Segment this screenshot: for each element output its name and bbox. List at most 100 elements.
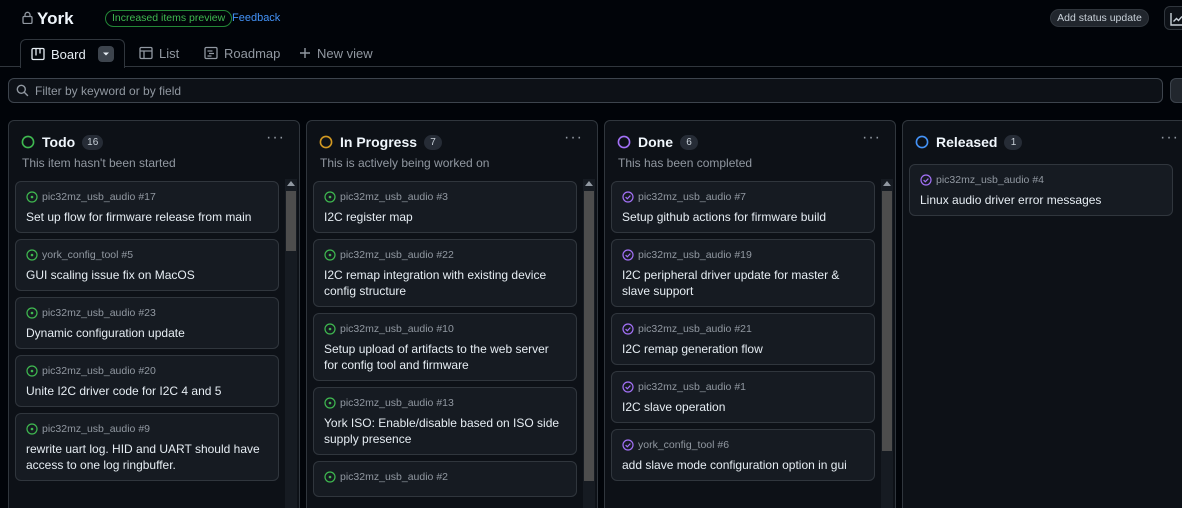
issue-card[interactable]: york_config_tool #6 add slave mode config… (611, 429, 875, 481)
issue-opened-icon (26, 365, 38, 377)
filter-input[interactable] (35, 79, 1135, 102)
issue-reference[interactable]: pic32mz_usb_audio #13 (324, 397, 566, 409)
issue-reference[interactable]: pic32mz_usb_audio #21 (622, 323, 864, 335)
issue-opened-icon (324, 471, 336, 483)
scroll-up-arrow-icon[interactable] (585, 181, 593, 186)
issue-reference[interactable]: pic32mz_usb_audio #20 (26, 365, 268, 377)
column-done: Done 6 ··· This has been completed pic32mz_u… (604, 120, 896, 508)
issue-title[interactable]: York ISO: Enable/disable based on ISO si… (324, 415, 566, 447)
card-list: pic32mz_usb_audio #4 Linux audio driver e… (909, 164, 1173, 222)
scroll-up-arrow-icon[interactable] (287, 181, 295, 186)
issue-reference-text: pic32mz_usb_audio #2 (340, 471, 448, 483)
issue-title[interactable]: Setup github actions for firmware build (622, 209, 864, 225)
add-status-update-button[interactable]: Add status update (1050, 9, 1149, 27)
issue-card[interactable]: pic32mz_usb_audio #2 (313, 461, 577, 497)
issue-title[interactable]: I2C remap integration with existing devi… (324, 267, 566, 299)
issue-reference[interactable]: pic32mz_usb_audio #17 (26, 191, 268, 203)
issue-card[interactable]: pic32mz_usb_audio #10 Setup upload of art… (313, 313, 577, 381)
scrollbar-thumb[interactable] (882, 191, 892, 451)
tab-roadmap-label: Roadmap (224, 45, 281, 61)
issue-opened-icon (26, 423, 38, 435)
issue-card[interactable]: pic32mz_usb_audio #13 York ISO: Enable/di… (313, 387, 577, 455)
column-menu-icon[interactable]: ··· (266, 129, 285, 147)
issue-title[interactable]: rewrite uart log. HID and UART should ha… (26, 441, 268, 473)
issue-title[interactable]: Unite I2C driver code for I2C 4 and 5 (26, 383, 268, 399)
issue-reference[interactable]: pic32mz_usb_audio #22 (324, 249, 566, 261)
search-icon (16, 84, 29, 97)
issue-card[interactable]: pic32mz_usb_audio #4 Linux audio driver e… (909, 164, 1173, 216)
column-scrollbar[interactable] (285, 179, 297, 508)
issue-reference[interactable]: pic32mz_usb_audio #10 (324, 323, 566, 335)
scrollbar-thumb[interactable] (584, 191, 594, 481)
issue-title[interactable]: I2C peripheral driver update for master … (622, 267, 864, 299)
issue-title[interactable]: GUI scaling issue fix on MacOS (26, 267, 268, 283)
issue-title[interactable]: add slave mode configuration option in g… (622, 457, 864, 473)
tab-list[interactable]: List (139, 39, 179, 67)
issue-reference[interactable]: pic32mz_usb_audio #7 (622, 191, 864, 203)
issue-reference-text: pic32mz_usb_audio #19 (638, 249, 752, 261)
view-options-button[interactable] (97, 46, 114, 62)
issue-title[interactable]: Dynamic configuration update (26, 325, 268, 341)
issue-card[interactable]: pic32mz_usb_audio #21 I2C remap generatio… (611, 313, 875, 365)
column-title: In Progress (340, 134, 418, 150)
status-circle-icon (319, 135, 333, 149)
column-description: This item hasn't been started (22, 156, 176, 170)
issue-opened-icon (26, 307, 38, 319)
issue-reference[interactable]: pic32mz_usb_audio #19 (622, 249, 864, 261)
issue-reference[interactable]: pic32mz_usb_audio #4 (920, 174, 1162, 186)
scrollbar-thumb[interactable] (286, 191, 296, 251)
issue-title[interactable]: I2C remap generation flow (622, 341, 864, 357)
issue-reference[interactable]: pic32mz_usb_audio #1 (622, 381, 864, 393)
issue-reference[interactable]: york_config_tool #5 (26, 249, 268, 261)
tab-new-view[interactable]: New view (299, 39, 373, 67)
tab-board[interactable]: Board (20, 39, 125, 68)
issue-card[interactable]: pic32mz_usb_audio #1 I2C slave operation (611, 371, 875, 423)
status-circle-icon (915, 135, 929, 149)
issue-reference[interactable]: pic32mz_usb_audio #3 (324, 191, 566, 203)
issue-card[interactable]: pic32mz_usb_audio #7 Setup github actions… (611, 181, 875, 233)
feedback-link[interactable]: Feedback (232, 12, 280, 24)
column-scrollbar[interactable] (881, 179, 893, 508)
issue-card[interactable]: york_config_tool #5 GUI scaling issue fix… (15, 239, 279, 291)
issue-title[interactable]: Set up flow for firmware release from ma… (26, 209, 268, 225)
card-list: pic32mz_usb_audio #3 I2C register map pic3… (313, 181, 577, 503)
issue-card[interactable]: pic32mz_usb_audio #23 Dynamic configurati… (15, 297, 279, 349)
issue-title[interactable]: I2C slave operation (622, 399, 864, 415)
card-list: pic32mz_usb_audio #7 Setup github actions… (611, 181, 875, 487)
issue-card[interactable]: pic32mz_usb_audio #3 I2C register map (313, 181, 577, 233)
column-scrollbar[interactable] (583, 179, 595, 508)
issue-reference-text: pic32mz_usb_audio #20 (42, 365, 156, 377)
issue-opened-icon (324, 191, 336, 203)
column-count-badge: 1 (1004, 134, 1023, 150)
filter-bar (8, 78, 1163, 103)
issue-card[interactable]: pic32mz_usb_audio #20 Unite I2C driver co… (15, 355, 279, 407)
issue-closed-icon (622, 381, 634, 393)
project-title[interactable]: York (37, 9, 74, 29)
issue-reference-text: pic32mz_usb_audio #9 (42, 423, 150, 435)
issue-title[interactable]: Linux audio driver error messages (920, 192, 1162, 208)
issue-card[interactable]: pic32mz_usb_audio #19 I2C peripheral driv… (611, 239, 875, 307)
issue-reference[interactable]: york_config_tool #6 (622, 439, 864, 451)
column-todo: Todo 16 ··· This item hasn't been started pi… (8, 120, 300, 508)
issue-title[interactable]: I2C register map (324, 209, 566, 225)
issue-card[interactable]: pic32mz_usb_audio #22 I2C remap integrati… (313, 239, 577, 307)
issue-reference[interactable]: pic32mz_usb_audio #2 (324, 471, 566, 483)
issue-reference-text: pic32mz_usb_audio #10 (340, 323, 454, 335)
column-menu-icon[interactable]: ··· (564, 129, 583, 147)
project-header: York Increased items preview Feedback Ad… (0, 0, 1182, 36)
issue-reference-text: york_config_tool #6 (638, 439, 730, 451)
issue-reference[interactable]: pic32mz_usb_audio #23 (26, 307, 268, 319)
column-menu-icon[interactable]: ··· (1160, 129, 1179, 147)
issue-title[interactable]: Setup upload of artifacts to the web ser… (324, 341, 566, 373)
issue-closed-icon (622, 439, 634, 451)
scroll-up-arrow-icon[interactable] (883, 181, 891, 186)
issue-card[interactable]: pic32mz_usb_audio #9 rewrite uart log. HI… (15, 413, 279, 481)
issue-reference[interactable]: pic32mz_usb_audio #9 (26, 423, 268, 435)
discard-button[interactable] (1170, 78, 1182, 103)
column-title: Done (638, 134, 673, 150)
issue-card[interactable]: pic32mz_usb_audio #17 Set up flow for fir… (15, 181, 279, 233)
view-tabs: Board List Roadmap New view (0, 36, 1182, 68)
column-menu-icon[interactable]: ··· (862, 129, 881, 147)
tab-roadmap[interactable]: Roadmap (204, 39, 280, 67)
insights-button[interactable] (1164, 6, 1182, 30)
